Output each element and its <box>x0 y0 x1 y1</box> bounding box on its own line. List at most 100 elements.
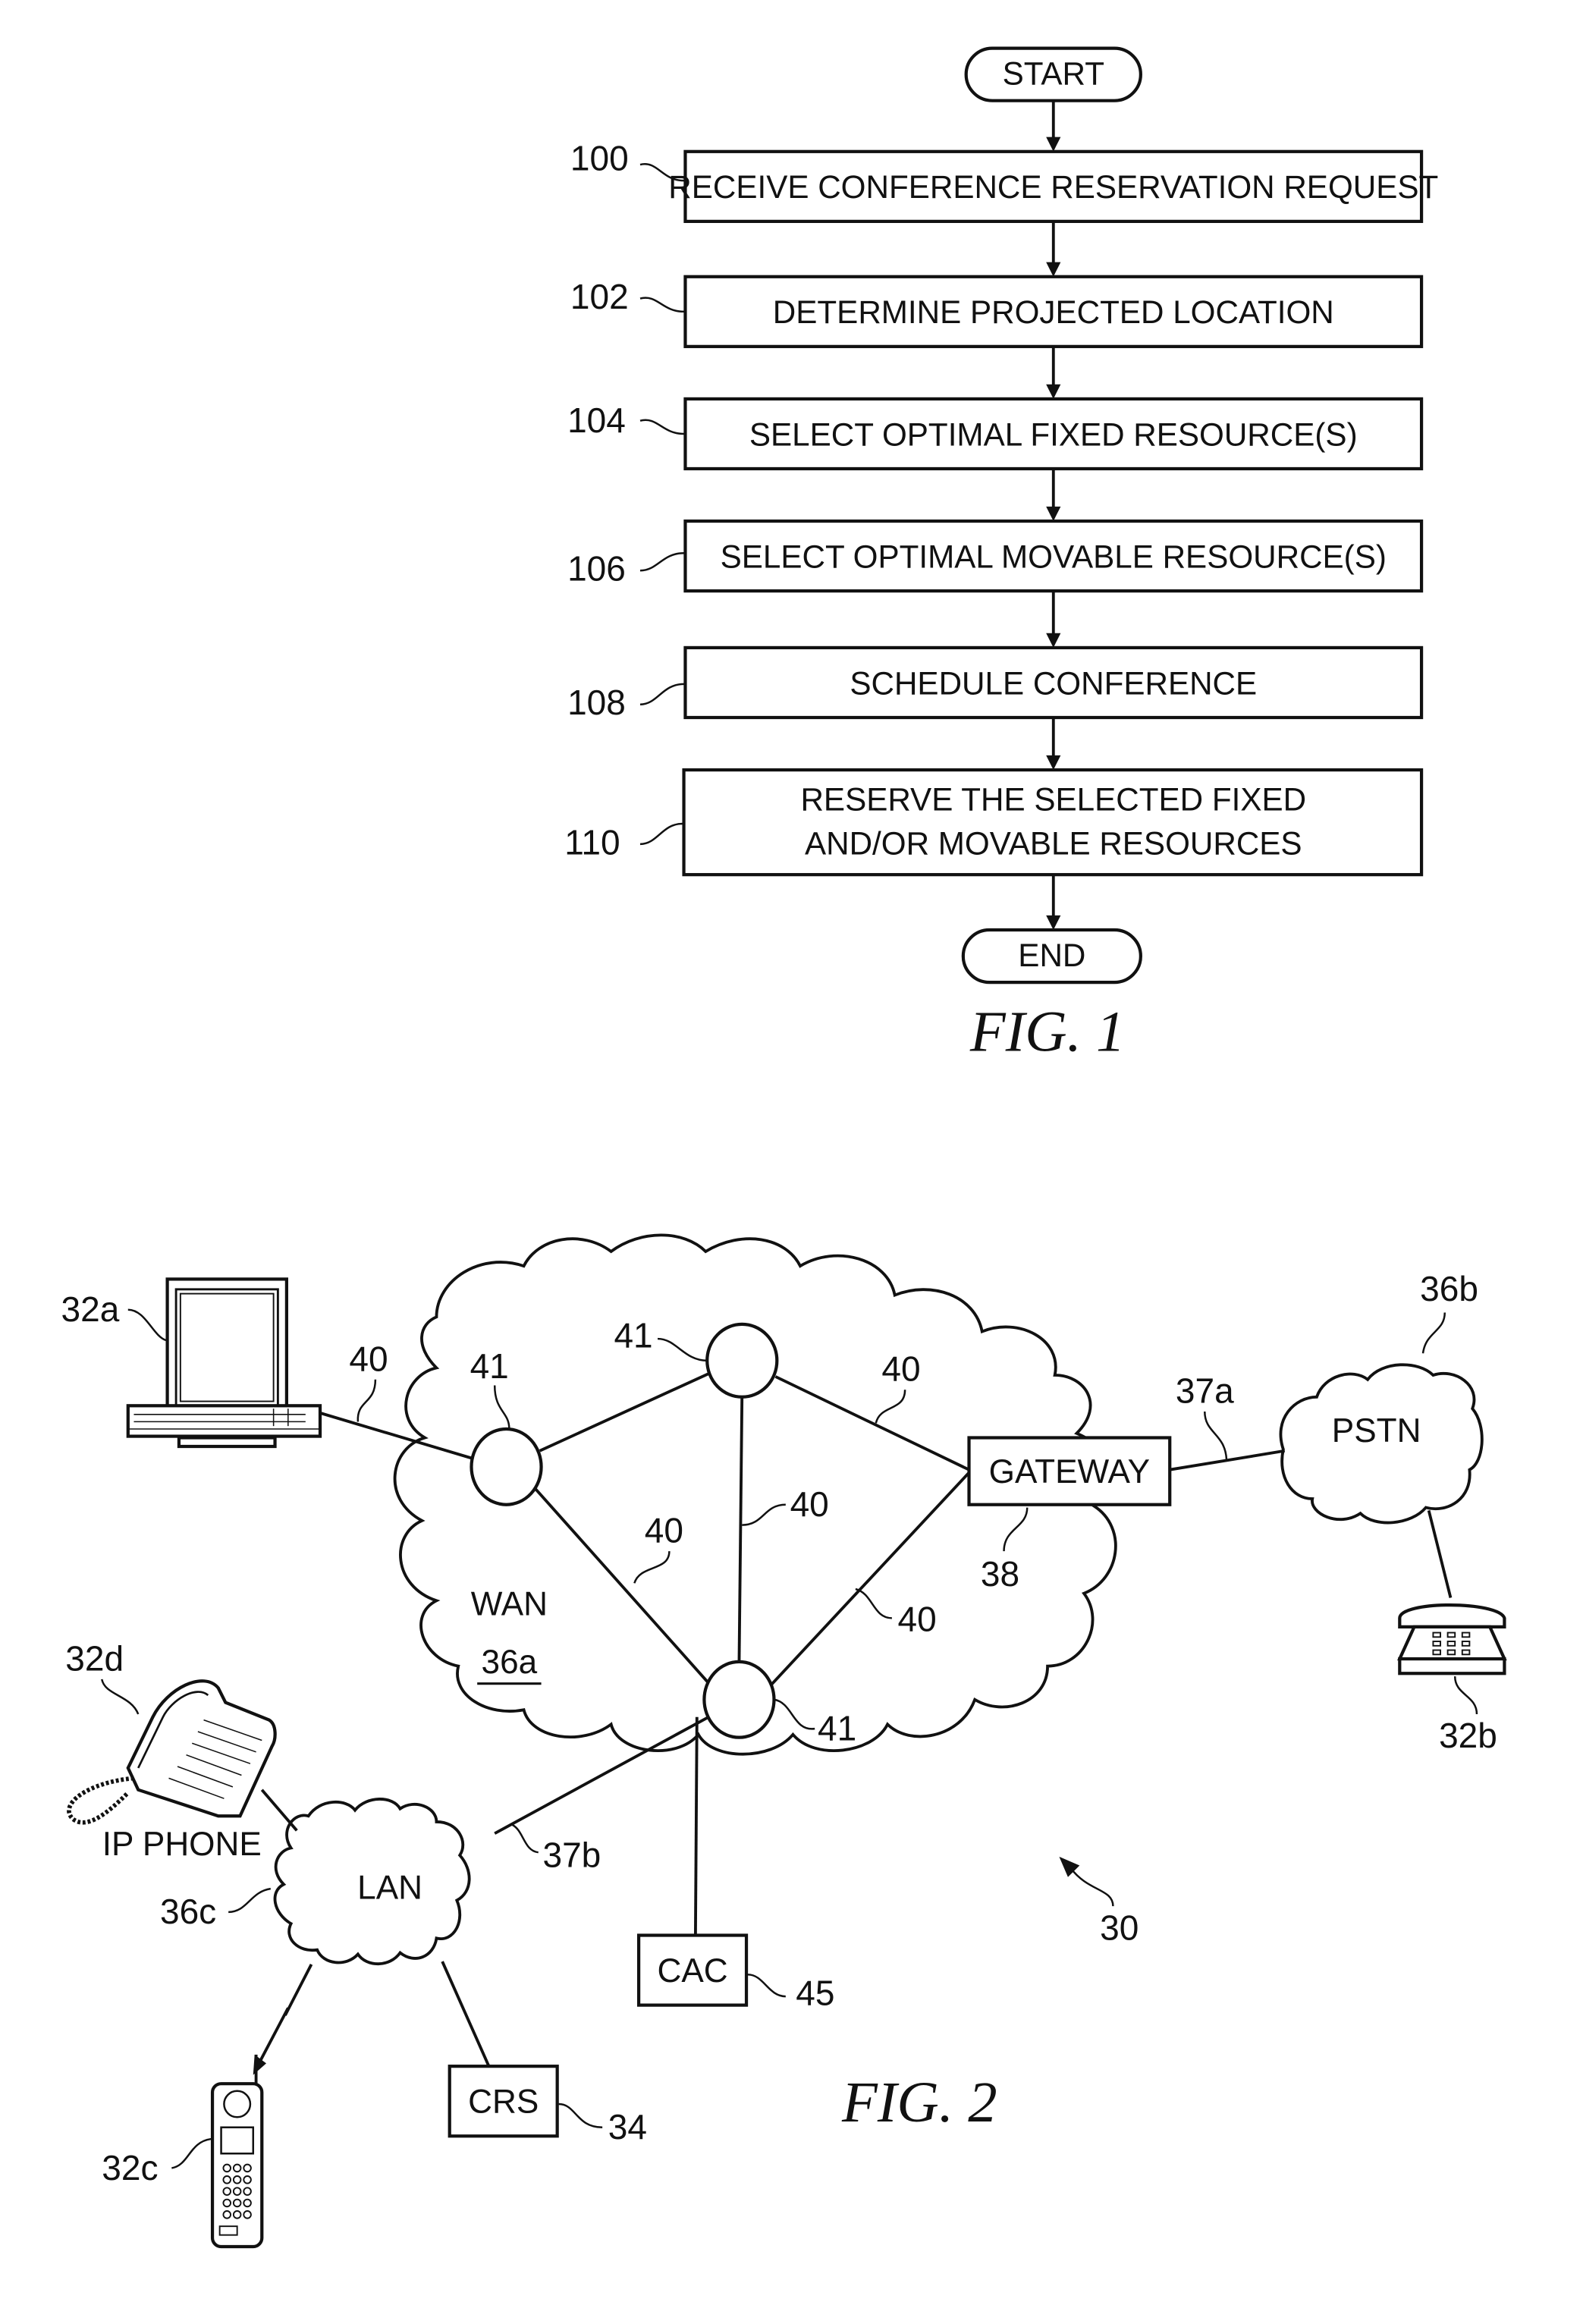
link-node-node-vertical <box>737 1393 744 1663</box>
leader-line <box>171 2137 212 2169</box>
arrowhead <box>1046 506 1061 522</box>
leader-line <box>875 1390 906 1424</box>
crs-ref: 34 <box>608 2107 647 2147</box>
system-ref: 30 <box>1100 1908 1139 1947</box>
link-lan-crs <box>441 1961 491 2067</box>
link-node-node-diagonal <box>532 1486 715 1689</box>
step-ref: 110 <box>564 822 620 862</box>
step-text: SELECT OPTIMAL MOVABLE RESOURCE(S) <box>721 539 1387 574</box>
cac-server: CAC 45 <box>636 1933 834 2013</box>
ip-phone-icon <box>67 1679 277 1825</box>
link-ref: 40 <box>790 1484 829 1524</box>
flow-step-100: RECEIVE CONFERENCE RESERVATION REQUEST 1… <box>570 139 1438 223</box>
gateway: GATEWAY 38 <box>967 1436 1172 1594</box>
leader-line <box>774 1698 815 1730</box>
crs-label: CRS <box>468 2084 539 2121</box>
phone-ref: 32b <box>1439 1716 1497 1755</box>
cell-phone-icon <box>210 2054 264 2249</box>
end-label: END <box>1018 937 1085 973</box>
wan-node-bottom <box>702 1660 776 1739</box>
cac-label: CAC <box>657 1952 727 1990</box>
leader-line <box>639 551 684 572</box>
computer-ref: 32a <box>61 1289 120 1329</box>
wan-node-left <box>470 1427 543 1506</box>
arrowhead <box>1046 262 1061 277</box>
step-text: SELECT OPTIMAL FIXED RESOURCE(S) <box>749 416 1358 452</box>
leader-line <box>493 1385 510 1430</box>
link-node-node <box>539 1372 709 1452</box>
link-ipphone-lan <box>260 1789 298 1832</box>
leader-line <box>101 1679 140 1715</box>
figure-1-flowchart: START RECEIVE CONFERENCE RESERVATION REQ… <box>564 46 1438 1063</box>
leader-line <box>639 419 684 435</box>
leader-line <box>1003 1507 1029 1552</box>
figure-2-network: WAN 36a 41 41 41 40 40 40 40 40 GATEWAY … <box>61 1233 1507 2249</box>
gateway-ref: 38 <box>981 1554 1019 1594</box>
leader-line <box>639 822 683 846</box>
link-ref: 40 <box>898 1600 937 1639</box>
wan-label: WAN <box>471 1586 548 1623</box>
leader-line <box>1421 1312 1446 1354</box>
step-text: SCHEDULE CONFERENCE <box>850 665 1257 701</box>
step-ref: 108 <box>567 683 626 722</box>
step-text: DETERMINE PROJECTED LOCATION <box>773 294 1334 330</box>
link-node-gateway <box>774 1375 970 1471</box>
leader-line <box>1453 1675 1478 1715</box>
step-ref: 102 <box>570 277 629 316</box>
patent-drawing-sheet: START RECEIVE CONFERENCE RESERVATION REQ… <box>61 46 1507 2249</box>
flow-step-106: SELECT OPTIMAL MOVABLE RESOURCE(S) 106 <box>567 519 1424 593</box>
system-ref-arrow <box>1069 1867 1114 1907</box>
figure-1-caption: FIG. 1 <box>969 999 1126 1063</box>
wireless-link-lan-cell <box>257 1964 313 2065</box>
leader-line <box>657 1337 708 1362</box>
arrowhead <box>1046 137 1061 152</box>
leader-line <box>855 1588 892 1619</box>
crs-server: CRS 34 <box>448 2065 647 2147</box>
flow-step-108: SCHEDULE CONFERENCE 108 <box>567 645 1424 722</box>
link-computer-node <box>319 1412 473 1460</box>
leader-line <box>639 683 684 705</box>
gateway-label: GATEWAY <box>989 1453 1150 1490</box>
leader-line <box>511 1823 539 1854</box>
computer-icon <box>126 1277 322 1449</box>
link-wan-cac <box>693 1716 699 1936</box>
arrowhead <box>1046 755 1061 771</box>
step-text: RECEIVE CONFERENCE RESERVATION REQUEST <box>668 169 1438 205</box>
flow-step-110: RESERVE THE SELECTED FIXED AND/OR MOVABL… <box>564 768 1424 877</box>
start-label: START <box>1003 56 1104 92</box>
leader-line <box>747 1974 786 1998</box>
arrowhead <box>1046 633 1061 648</box>
leader-line <box>633 1551 671 1584</box>
arrowhead <box>1046 915 1061 931</box>
flow-step-104: SELECT OPTIMAL FIXED RESOURCE(S) 104 <box>567 397 1424 471</box>
link-ref: 40 <box>349 1339 388 1378</box>
pstn-label: PSTN <box>1332 1412 1421 1449</box>
end-terminator: END <box>961 928 1142 985</box>
leader-line <box>356 1379 377 1422</box>
cell-phone-ref: 32c <box>102 2148 158 2187</box>
leader-line <box>742 1503 786 1526</box>
cac-ref: 45 <box>796 1974 834 2013</box>
step-ref: 104 <box>567 400 626 440</box>
node-ref-left: 41 <box>470 1346 509 1386</box>
flow-step-102: DETERMINE PROJECTED LOCATION 102 <box>570 275 1424 348</box>
link-ref: 40 <box>645 1511 683 1550</box>
link-ref: 40 <box>881 1349 920 1389</box>
step-text-line-2: AND/OR MOVABLE RESOURCES <box>805 825 1302 861</box>
leader-line <box>558 2103 603 2128</box>
lan-label: LAN <box>357 1870 422 1907</box>
pstn-ref: 36b <box>1420 1269 1478 1308</box>
leader-line <box>228 1887 272 1914</box>
link-ref-37a: 37a <box>1176 1371 1234 1410</box>
leader-line <box>639 297 684 313</box>
telephone-icon <box>1397 1603 1507 1675</box>
step-ref: 106 <box>567 549 626 589</box>
leader-line <box>1204 1411 1228 1460</box>
link-ref-37b: 37b <box>542 1835 601 1874</box>
step-text-line-1: RESERVE THE SELECTED FIXED <box>800 782 1306 818</box>
start-terminator: START <box>964 46 1142 102</box>
node-ref-top: 41 <box>614 1316 652 1355</box>
leader-line <box>127 1308 167 1342</box>
link-wan-lan <box>494 1716 710 1835</box>
ip-phone-label: IP PHONE <box>102 1826 262 1863</box>
